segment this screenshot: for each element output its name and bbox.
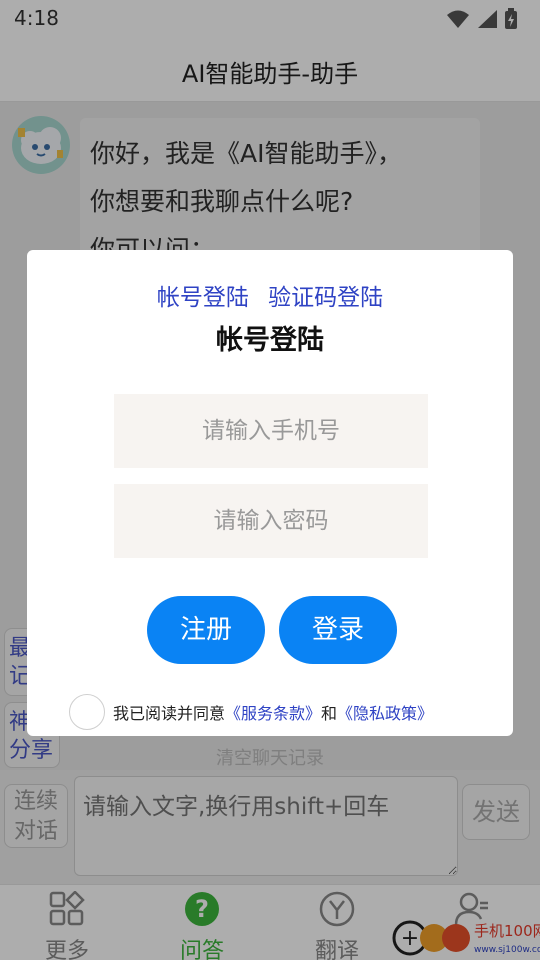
password-input[interactable]: 请输入密码 bbox=[114, 484, 428, 558]
agree-and-text: 和 bbox=[321, 704, 338, 723]
login-mode-tabs: 帐号登陆 验证码登陆 bbox=[27, 278, 513, 312]
agreement-row: 我已阅读并同意 《服务条款》 和 《隐私政策》 bbox=[69, 694, 433, 730]
phone-input[interactable]: 请输入手机号 bbox=[114, 394, 428, 468]
terms-link[interactable]: 《服务条款》 bbox=[225, 700, 321, 724]
dialog-title: 帐号登陆 bbox=[216, 325, 324, 356]
login-dialog: 帐号登陆 验证码登陆 帐号登陆 请输入手机号 请输入密码 注册 登录 我已阅读并… bbox=[27, 250, 513, 736]
register-button[interactable]: 注册 bbox=[147, 596, 265, 664]
agree-checkbox[interactable] bbox=[69, 694, 105, 730]
agree-text: 我已阅读并同意 bbox=[113, 704, 226, 723]
tab-account-login[interactable]: 帐号登陆 bbox=[157, 285, 249, 311]
tab-code-login[interactable]: 验证码登陆 bbox=[268, 285, 383, 311]
privacy-link[interactable]: 《隐私政策》 bbox=[337, 700, 433, 724]
login-button[interactable]: 登录 bbox=[279, 596, 397, 664]
